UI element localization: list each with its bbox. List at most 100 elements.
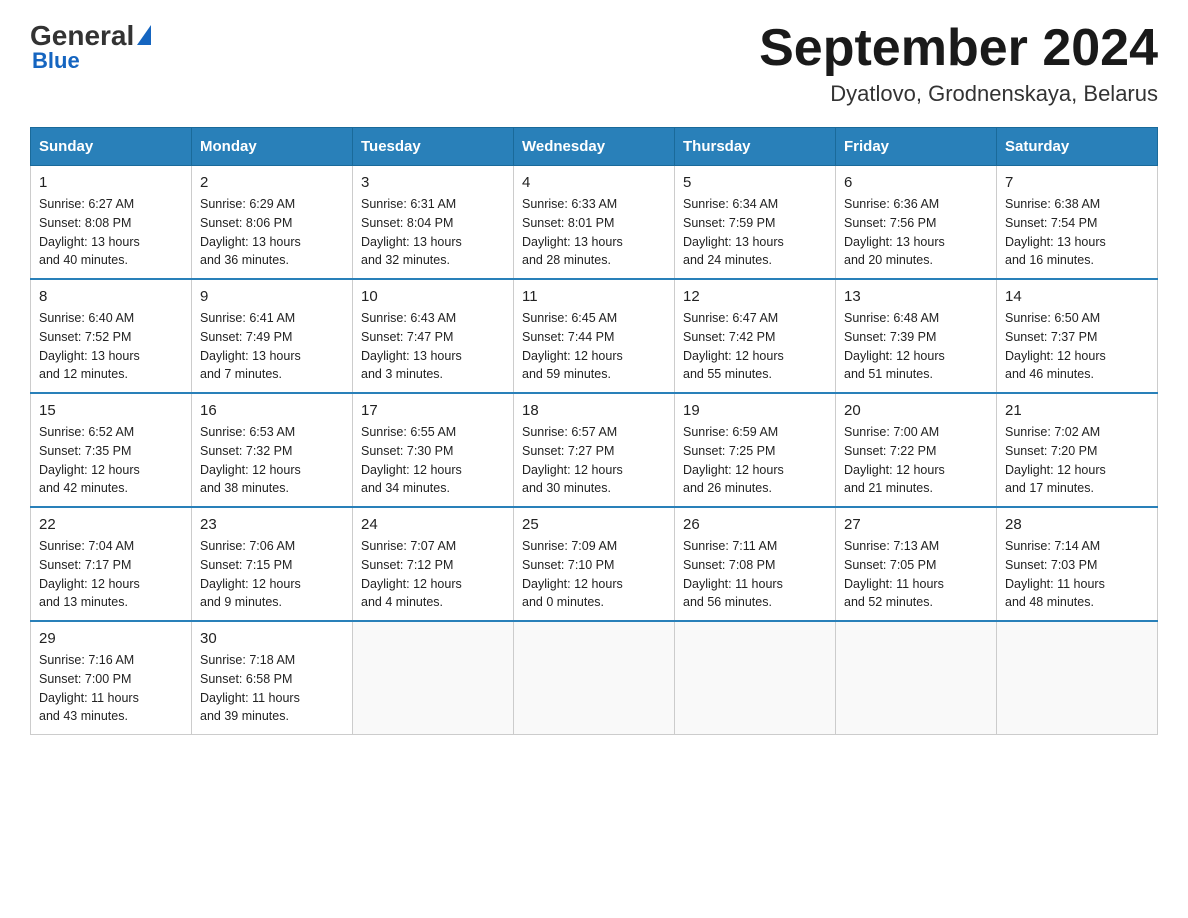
day-number: 11 [522, 288, 666, 305]
day-number: 15 [39, 402, 183, 419]
calendar-week-row: 8Sunrise: 6:40 AMSunset: 7:52 PMDaylight… [31, 279, 1158, 393]
calendar-header-row: Sunday Monday Tuesday Wednesday Thursday… [31, 128, 1158, 166]
day-info: Sunrise: 7:07 AMSunset: 7:12 PMDaylight:… [361, 537, 505, 612]
day-number: 7 [1005, 174, 1149, 191]
table-row [997, 621, 1158, 735]
title-block: September 2024 Dyatlovo, Grodnenskaya, B… [759, 20, 1158, 107]
table-row: 19 Sunrise: 6:59 AMSunset: 7:25 PMDayligh… [675, 393, 836, 507]
day-number: 4 [522, 174, 666, 191]
col-wednesday: Wednesday [514, 128, 675, 166]
col-saturday: Saturday [997, 128, 1158, 166]
table-row [353, 621, 514, 735]
calendar-week-row: 1 Sunrise: 6:27 AMSunset: 8:08 PMDaylight… [31, 166, 1158, 280]
day-number: 23 [200, 516, 344, 533]
table-row [836, 621, 997, 735]
day-info: Sunrise: 6:40 AMSunset: 7:52 PMDaylight:… [39, 309, 183, 384]
table-row: 3Sunrise: 6:31 AMSunset: 8:04 PMDaylight… [353, 166, 514, 280]
day-info: Sunrise: 6:57 AMSunset: 7:27 PMDaylight:… [522, 423, 666, 498]
table-row: 4 Sunrise: 6:33 AMSunset: 8:01 PMDaylight… [514, 166, 675, 280]
table-row: 6 Sunrise: 6:36 AMSunset: 7:56 PMDaylight… [836, 166, 997, 280]
table-row: 9Sunrise: 6:41 AMSunset: 7:49 PMDaylight… [192, 279, 353, 393]
location-subtitle: Dyatlovo, Grodnenskaya, Belarus [759, 81, 1158, 107]
table-row: 5 Sunrise: 6:34 AMSunset: 7:59 PMDaylight… [675, 166, 836, 280]
day-info: Sunrise: 7:09 AMSunset: 7:10 PMDaylight:… [522, 537, 666, 612]
day-info: Sunrise: 6:52 AMSunset: 7:35 PMDaylight:… [39, 423, 183, 498]
page-header: General Blue September 2024 Dyatlovo, Gr… [30, 20, 1158, 107]
day-number: 17 [361, 402, 505, 419]
day-number: 20 [844, 402, 988, 419]
day-number: 13 [844, 288, 988, 305]
col-sunday: Sunday [31, 128, 192, 166]
table-row: 27Sunrise: 7:13 AMSunset: 7:05 PMDayligh… [836, 507, 997, 621]
day-number: 2 [200, 174, 344, 191]
day-info: Sunrise: 6:34 AMSunset: 7:59 PMDaylight:… [683, 195, 827, 270]
table-row: 15 Sunrise: 6:52 AMSunset: 7:35 PMDayligh… [31, 393, 192, 507]
table-row: 28Sunrise: 7:14 AMSunset: 7:03 PMDayligh… [997, 507, 1158, 621]
table-row: 25Sunrise: 7:09 AMSunset: 7:10 PMDayligh… [514, 507, 675, 621]
day-info: Sunrise: 7:00 AMSunset: 7:22 PMDaylight:… [844, 423, 988, 498]
table-row: 21Sunrise: 7:02 AMSunset: 7:20 PMDayligh… [997, 393, 1158, 507]
day-info: Sunrise: 6:45 AMSunset: 7:44 PMDaylight:… [522, 309, 666, 384]
table-row: 1 Sunrise: 6:27 AMSunset: 8:08 PMDaylight… [31, 166, 192, 280]
table-row [514, 621, 675, 735]
table-row: 13Sunrise: 6:48 AMSunset: 7:39 PMDayligh… [836, 279, 997, 393]
table-row [675, 621, 836, 735]
day-number: 26 [683, 516, 827, 533]
day-info: Sunrise: 6:47 AMSunset: 7:42 PMDaylight:… [683, 309, 827, 384]
day-info: Sunrise: 6:59 AMSunset: 7:25 PMDaylight:… [683, 423, 827, 498]
table-row: 29Sunrise: 7:16 AMSunset: 7:00 PMDayligh… [31, 621, 192, 735]
day-info: Sunrise: 6:33 AMSunset: 8:01 PMDaylight:… [522, 195, 666, 270]
day-info: Sunrise: 7:11 AMSunset: 7:08 PMDaylight:… [683, 537, 827, 612]
day-number: 6 [844, 174, 988, 191]
day-number: 5 [683, 174, 827, 191]
month-year-title: September 2024 [759, 20, 1158, 77]
table-row: 12 Sunrise: 6:47 AMSunset: 7:42 PMDayligh… [675, 279, 836, 393]
table-row: 7 Sunrise: 6:38 AMSunset: 7:54 PMDaylight… [997, 166, 1158, 280]
day-info: Sunrise: 6:36 AMSunset: 7:56 PMDaylight:… [844, 195, 988, 270]
col-monday: Monday [192, 128, 353, 166]
table-row: 14 Sunrise: 6:50 AMSunset: 7:37 PMDayligh… [997, 279, 1158, 393]
table-row: 8Sunrise: 6:40 AMSunset: 7:52 PMDaylight… [31, 279, 192, 393]
day-info: Sunrise: 6:43 AMSunset: 7:47 PMDaylight:… [361, 309, 505, 384]
day-info: Sunrise: 7:14 AMSunset: 7:03 PMDaylight:… [1005, 537, 1149, 612]
day-info: Sunrise: 6:27 AMSunset: 8:08 PMDaylight:… [39, 195, 183, 270]
logo-blue: Blue [32, 48, 80, 74]
day-number: 18 [522, 402, 666, 419]
day-info: Sunrise: 6:53 AMSunset: 7:32 PMDaylight:… [200, 423, 344, 498]
day-number: 12 [683, 288, 827, 305]
table-row: 16 Sunrise: 6:53 AMSunset: 7:32 PMDayligh… [192, 393, 353, 507]
table-row: 20 Sunrise: 7:00 AMSunset: 7:22 PMDayligh… [836, 393, 997, 507]
day-info: Sunrise: 6:55 AMSunset: 7:30 PMDaylight:… [361, 423, 505, 498]
table-row: 24 Sunrise: 7:07 AMSunset: 7:12 PMDayligh… [353, 507, 514, 621]
calendar-week-row: 22 Sunrise: 7:04 AMSunset: 7:17 PMDayligh… [31, 507, 1158, 621]
logo-triangle-icon [137, 25, 151, 45]
day-number: 16 [200, 402, 344, 419]
table-row: 17 Sunrise: 6:55 AMSunset: 7:30 PMDayligh… [353, 393, 514, 507]
day-info: Sunrise: 6:29 AMSunset: 8:06 PMDaylight:… [200, 195, 344, 270]
col-friday: Friday [836, 128, 997, 166]
col-tuesday: Tuesday [353, 128, 514, 166]
table-row: 26 Sunrise: 7:11 AMSunset: 7:08 PMDayligh… [675, 507, 836, 621]
day-number: 19 [683, 402, 827, 419]
day-info: Sunrise: 6:38 AMSunset: 7:54 PMDaylight:… [1005, 195, 1149, 270]
day-info: Sunrise: 7:04 AMSunset: 7:17 PMDaylight:… [39, 537, 183, 612]
table-row: 11 Sunrise: 6:45 AMSunset: 7:44 PMDayligh… [514, 279, 675, 393]
day-number: 24 [361, 516, 505, 533]
day-number: 30 [200, 630, 344, 647]
day-info: Sunrise: 7:18 AMSunset: 6:58 PMDaylight:… [200, 651, 344, 726]
day-info: Sunrise: 6:50 AMSunset: 7:37 PMDaylight:… [1005, 309, 1149, 384]
day-number: 14 [1005, 288, 1149, 305]
table-row: 23 Sunrise: 7:06 AMSunset: 7:15 PMDayligh… [192, 507, 353, 621]
day-number: 10 [361, 288, 505, 305]
logo: General Blue [30, 20, 151, 74]
day-info: Sunrise: 7:06 AMSunset: 7:15 PMDaylight:… [200, 537, 344, 612]
day-number: 22 [39, 516, 183, 533]
calendar-table: Sunday Monday Tuesday Wednesday Thursday… [30, 127, 1158, 735]
day-info: Sunrise: 7:02 AMSunset: 7:20 PMDaylight:… [1005, 423, 1149, 498]
day-info: Sunrise: 6:31 AMSunset: 8:04 PMDaylight:… [361, 195, 505, 270]
day-number: 1 [39, 174, 183, 191]
day-info: Sunrise: 6:41 AMSunset: 7:49 PMDaylight:… [200, 309, 344, 384]
day-number: 27 [844, 516, 988, 533]
calendar-week-row: 29Sunrise: 7:16 AMSunset: 7:00 PMDayligh… [31, 621, 1158, 735]
table-row: 10 Sunrise: 6:43 AMSunset: 7:47 PMDayligh… [353, 279, 514, 393]
